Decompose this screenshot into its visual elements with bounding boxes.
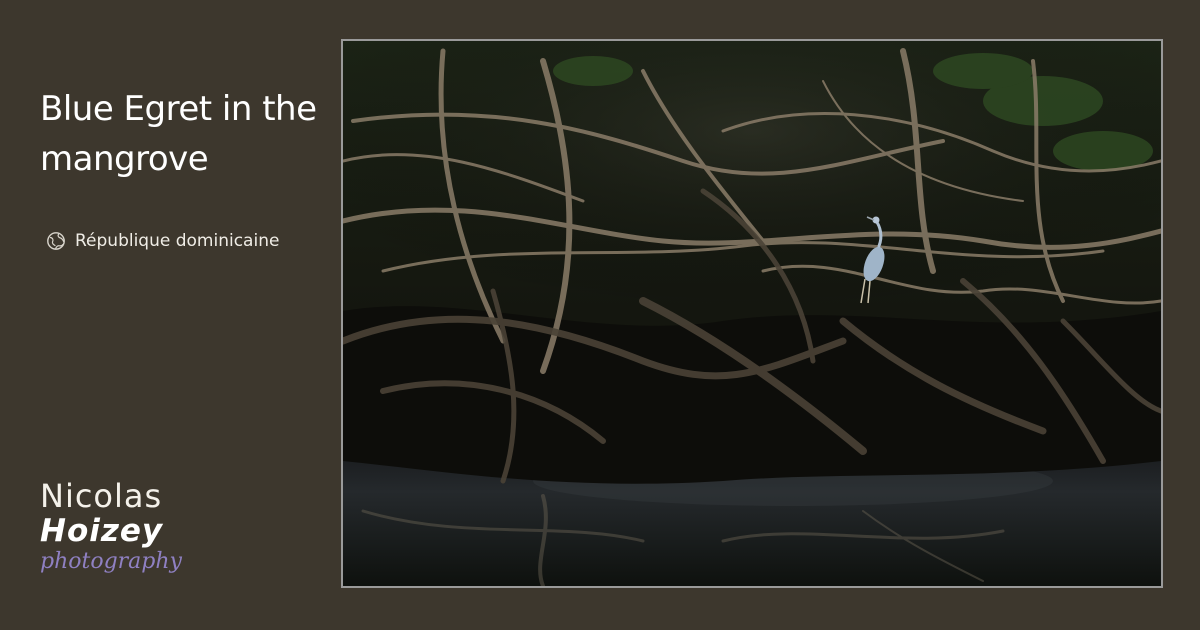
logo-tagline: photography [40,549,182,574]
globe-icon [47,232,65,250]
logo-last-name: Hoizey [40,513,164,549]
photo-frame[interactable] [341,39,1163,588]
location-label: République dominicaine [75,231,280,251]
logo-first-name: Nicolas [40,477,163,515]
photo-mangrove-egret [343,41,1161,586]
location-row: République dominicaine [46,229,279,253]
page-title: Blue Egret in the mangrove [40,89,317,179]
photographer-logo[interactable]: Nicolas Hoizey photography [40,478,190,576]
